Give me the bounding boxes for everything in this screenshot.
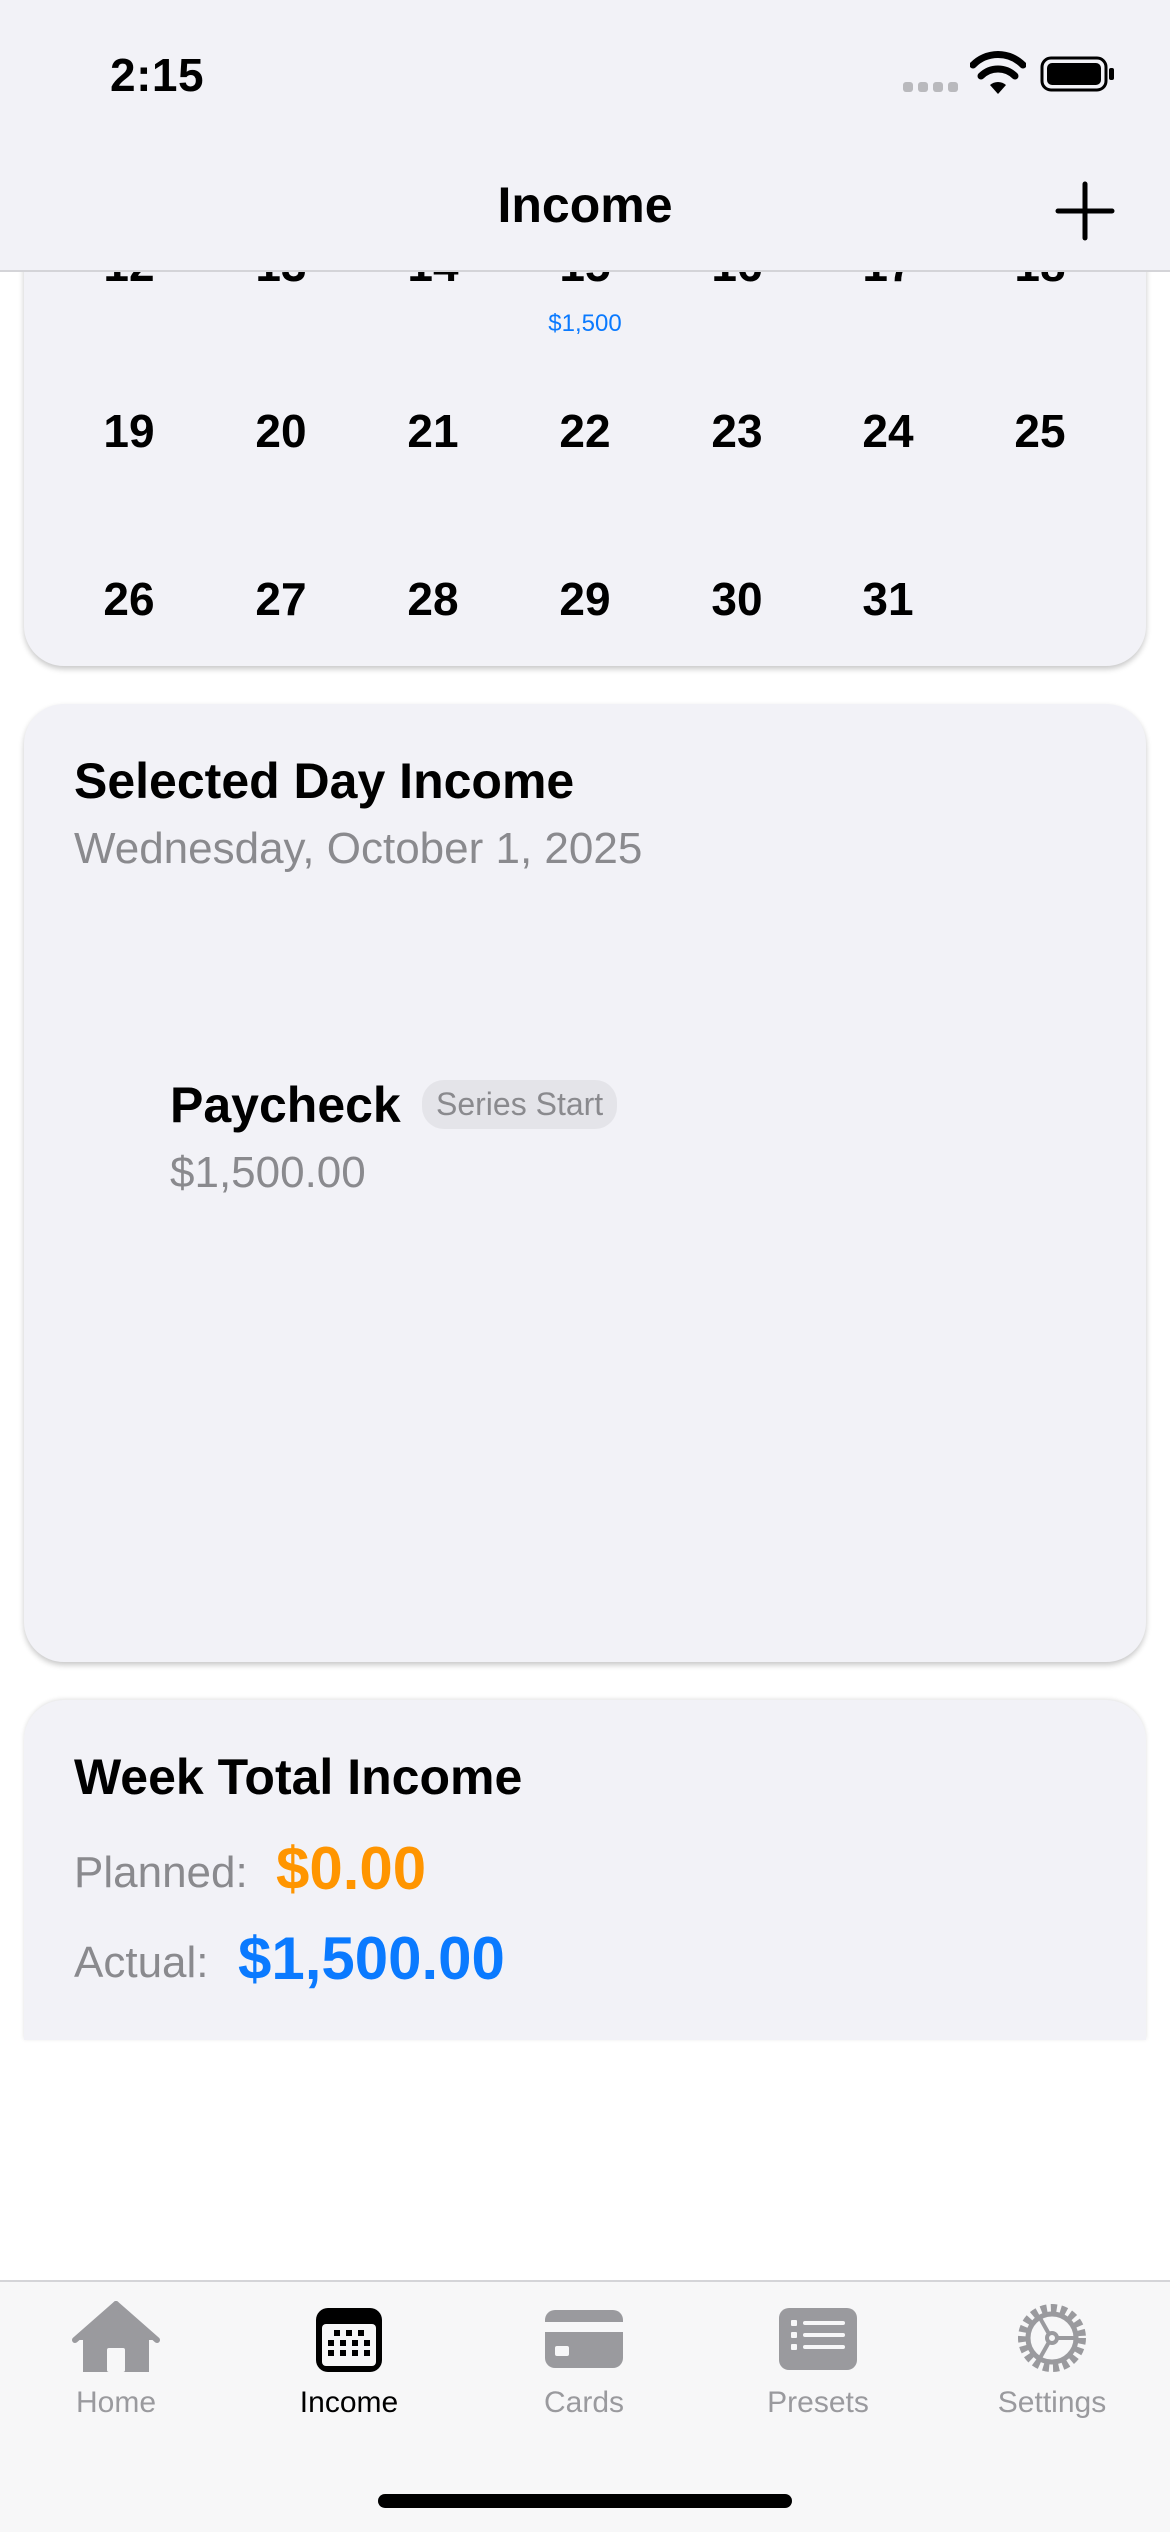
calendar-day[interactable]: 20 [206,404,356,458]
calendar-day[interactable]: 28 [358,572,508,626]
selected-day-income-card: Selected Day Income Wednesday, October 1… [24,704,1146,1662]
tab-settings[interactable]: Settings [952,2300,1152,2450]
tab-label: Home [75,2386,157,2419]
tab-income[interactable]: Income [249,2300,449,2450]
battery-icon [1040,56,1114,92]
calendar-day[interactable]: 19 [54,404,204,458]
wifi-icon [970,51,1026,94]
calendar-week-row: 19 20 21 22 23 24 25 [24,404,1146,494]
calendar-day[interactable]: 26 [54,572,204,626]
calendar-day[interactable]: 30 [662,572,812,626]
status-bar: 2:15 [0,0,1170,140]
calendar-day[interactable]: 31 [813,572,963,626]
income-amount: $1,500.00 [170,1148,366,1197]
planned-label: Planned: [74,1848,248,1897]
calendar-day[interactable]: 24 [813,404,963,458]
tab-cards[interactable]: Cards [484,2300,684,2450]
selected-day-title: Selected Day Income [74,753,575,809]
calendar-day[interactable]: 25 [965,404,1115,458]
tab-label: Presets [767,2386,869,2419]
actual-value: $1,500.00 [238,1925,505,1992]
tab-home[interactable]: Home [16,2300,216,2450]
calendar-icon [316,2308,382,2372]
tab-label: Settings [997,2386,1107,2419]
calendar-day[interactable]: 21 [358,404,508,458]
series-start-badge: Series Start [422,1080,618,1129]
selected-day-date: Wednesday, October 1, 2025 [74,824,643,873]
gear-icon [1018,2304,1086,2372]
status-time: 2:15 [110,49,205,101]
page-title: Income [497,177,673,233]
week-total-title: Week Total Income [74,1749,523,1805]
house-icon [72,2301,160,2372]
tab-label: Income [299,2386,399,2419]
day-income-marker: $1,500 [548,310,622,337]
calendar-day[interactable]: 27 [206,572,356,626]
tab-label: Cards [543,2386,625,2419]
calendar-day[interactable]: 23 [662,404,812,458]
week-total-income-card: Week Total Income Planned: $0.00 Actual:… [24,1700,1146,2040]
income-name: Paycheck [170,1077,401,1133]
credit-card-icon [545,2310,623,2368]
cellular-signal-icon [903,78,959,92]
calendar-day[interactable]: 29 [510,572,660,626]
list-icon [779,2308,857,2370]
tab-presets[interactable]: Presets [718,2300,918,2450]
add-icon[interactable] [1052,178,1118,244]
planned-value: $0.00 [276,1835,427,1902]
actual-label: Actual: [74,1938,209,1987]
calendar-week-row: 26 27 28 29 30 31 [24,572,1146,662]
calendar-day[interactable]: 22 [510,404,660,458]
navigation-bar: Income [0,140,1170,272]
home-indicator[interactable] [378,2494,792,2508]
